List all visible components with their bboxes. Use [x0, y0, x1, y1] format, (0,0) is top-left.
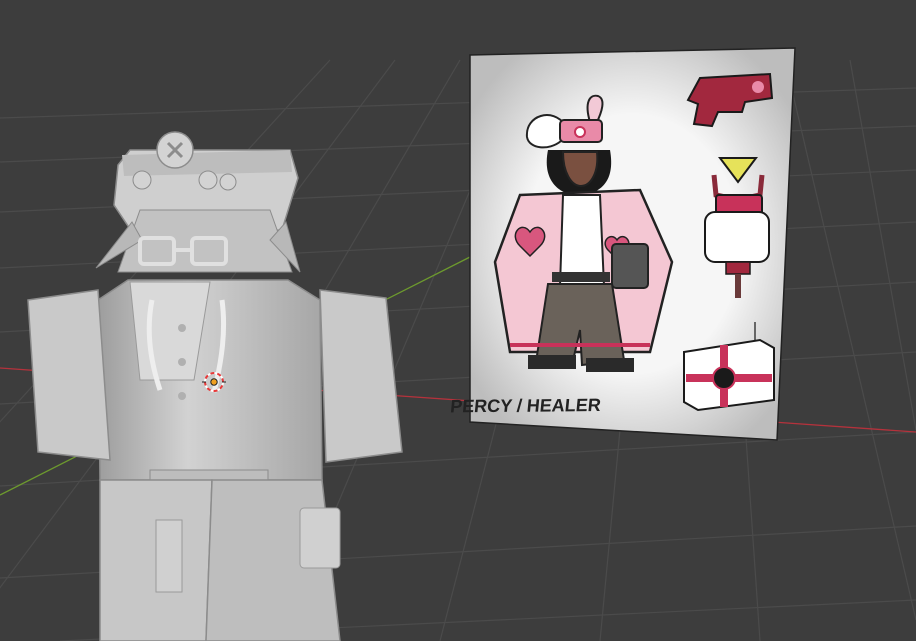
model-legs	[99, 479, 341, 641]
3d-viewport[interactable]: PERCY / HEALER	[0, 0, 916, 641]
reference-card[interactable]: PERCY / HEALER	[449, 47, 796, 441]
model-torso	[27, 279, 403, 497]
viewport-canvas[interactable]: PERCY / HEALER	[0, 0, 916, 641]
card-caption: PERCY / HEALER	[449, 395, 601, 416]
